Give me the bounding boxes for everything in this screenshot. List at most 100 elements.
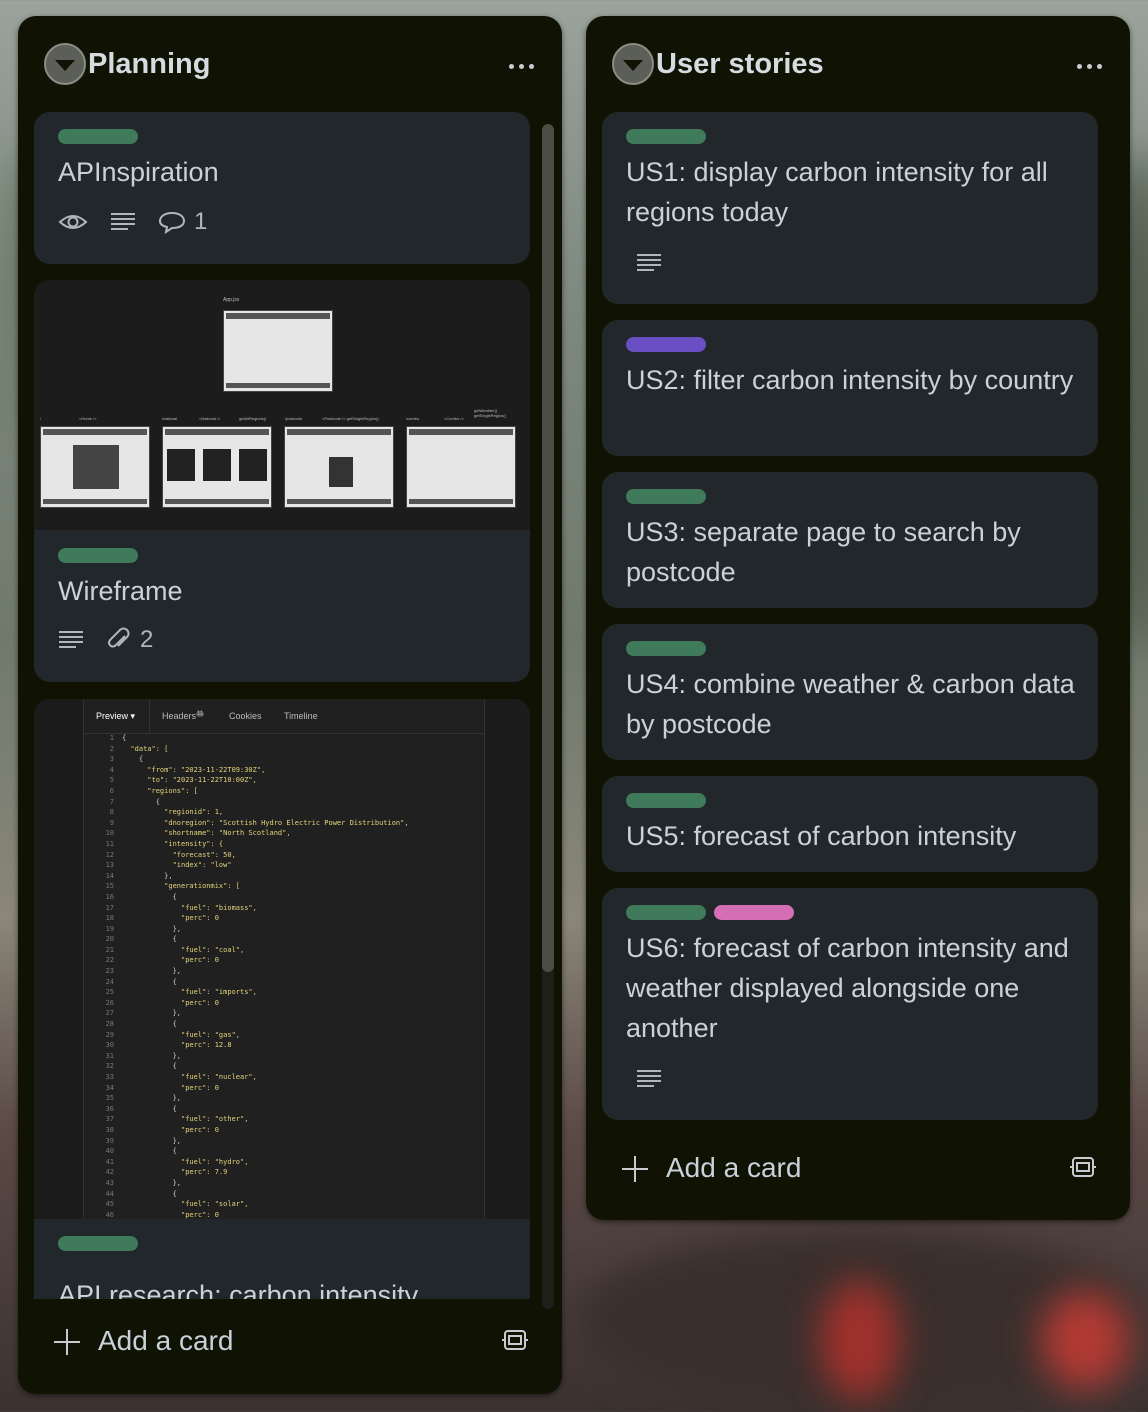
json-line: 10 "shortname": "North Scotland", xyxy=(105,829,291,838)
create-from-template-icon[interactable] xyxy=(502,1327,528,1358)
chevron-down-icon xyxy=(55,60,75,71)
card-us1[interactable]: US1: display carbon intensity for all re… xyxy=(602,112,1098,304)
card-badges: 2 xyxy=(58,626,153,654)
card-label[interactable] xyxy=(58,548,138,563)
card-label[interactable] xyxy=(626,641,706,656)
wire-caption: getAllRegions() xyxy=(239,416,267,421)
wire-caption: <Home /> xyxy=(79,416,97,421)
json-line: 46 "perc": 0 xyxy=(105,1210,219,1219)
eye-icon xyxy=(58,210,88,234)
card-title: Wireframe xyxy=(58,576,183,606)
json-line: 6 "regions": [ xyxy=(109,786,198,795)
wire-screen-national xyxy=(162,426,272,508)
wire-caption: / xyxy=(40,416,42,421)
json-line: 33 "fuel": "nuclear", xyxy=(105,1073,257,1081)
card-api-research[interactable]: Preview ▾ Headers11 Cookies Timeline 1{ 2… xyxy=(34,699,530,1299)
card-cover-image: Preview ▾ Headers11 Cookies Timeline 1{ 2… xyxy=(34,699,530,1219)
json-line: 9 "dnoregion": "Scottish Hydro Electric … xyxy=(109,818,409,827)
list-title[interactable]: Planning xyxy=(88,48,210,81)
json-line: 42 "perc": 7.9 xyxy=(105,1168,228,1177)
wire-main-caption: App.jsx xyxy=(223,297,240,303)
description-icon xyxy=(58,629,84,651)
card-us2[interactable]: US2: filter carbon intensity by country xyxy=(602,320,1098,456)
wire-caption: /national xyxy=(162,416,178,421)
list-title[interactable]: User stories xyxy=(656,48,824,81)
card-label[interactable] xyxy=(626,489,706,504)
attachment-count: 2 xyxy=(140,626,154,653)
card-us5[interactable]: US5: forecast of carbon intensity xyxy=(602,776,1098,872)
card-label[interactable] xyxy=(58,129,138,144)
json-line: 35 }, xyxy=(105,1094,182,1103)
tab-timeline: Timeline xyxy=(284,711,318,721)
wire-caption: <National /> xyxy=(199,416,221,421)
json-line: 2 "data": [ xyxy=(109,744,169,753)
card-apinspiration[interactable]: APInspiration 1 xyxy=(34,112,530,264)
json-line: 1{ xyxy=(109,734,127,742)
wire-screen-combo xyxy=(406,426,516,508)
description-icon xyxy=(110,211,136,233)
card-title: API research: carbon intensity xyxy=(58,1280,419,1299)
comment-icon xyxy=(158,211,186,234)
attachment-badge: 2 xyxy=(106,626,153,654)
collapse-list-button[interactable] xyxy=(612,43,654,85)
json-preview: Preview ▾ Headers11 Cookies Timeline 1{ 2… xyxy=(83,699,485,1219)
list-menu-button[interactable] xyxy=(1077,64,1102,69)
scrollbar-thumb[interactable] xyxy=(542,124,554,972)
json-line: 38 "perc": 0 xyxy=(105,1125,219,1134)
card-wireframe[interactable]: App.jsx / <Home /> /national <National /… xyxy=(34,280,530,682)
json-line: 44 { xyxy=(105,1189,177,1198)
wire-caption: /postcode xyxy=(285,416,303,421)
add-card-button[interactable]: Add a card xyxy=(586,1136,1130,1210)
chevron-down-icon xyxy=(623,60,643,71)
card-label[interactable] xyxy=(714,905,794,920)
card-title: US1: display carbon intensity for all re… xyxy=(626,157,1048,227)
card-label[interactable] xyxy=(626,129,706,144)
tab-preview: Preview ▾ xyxy=(96,711,136,721)
card-label[interactable] xyxy=(626,793,706,808)
wire-main-screen xyxy=(223,310,333,392)
list-menu-button[interactable] xyxy=(509,64,534,69)
json-line: 8 "regionid": 1, xyxy=(109,808,224,817)
card-us6[interactable]: US6: forecast of carbon intensity and we… xyxy=(602,888,1098,1120)
comment-badge: 1 xyxy=(158,208,207,236)
paperclip-icon xyxy=(107,627,130,648)
json-line: 18 "perc": 0 xyxy=(105,914,219,923)
card-us4[interactable]: US4: combine weather & carbon data by po… xyxy=(602,624,1098,760)
json-line: 45 "fuel": "solar", xyxy=(105,1200,249,1209)
plus-icon xyxy=(54,1329,80,1355)
description-icon xyxy=(636,252,662,274)
tab-cookies: Cookies xyxy=(229,711,262,721)
json-code: 1{2 "data": [3 {4 "from": "2023-11-22T09… xyxy=(84,733,484,1219)
card-title: US4: combine weather & carbon data by po… xyxy=(626,669,1075,739)
headers-count: 11 xyxy=(196,711,205,717)
card-badges: 1 xyxy=(58,208,207,236)
create-from-template-icon[interactable] xyxy=(1070,1154,1096,1185)
json-line: 20 { xyxy=(105,935,177,944)
json-line: 11 "intensity": { xyxy=(105,839,224,848)
json-line: 43 }, xyxy=(105,1178,182,1187)
card-label[interactable] xyxy=(626,337,706,352)
json-line: 24 { xyxy=(105,977,177,986)
json-line: 5 "to": "2023-11-22T10:00Z", xyxy=(109,776,257,785)
card-us3[interactable]: US3: separate page to search by postcode xyxy=(602,472,1098,608)
list-user-stories: User stories US1: display carbon intensi… xyxy=(586,16,1130,1220)
collapse-list-button[interactable] xyxy=(44,43,86,85)
json-line: 27 }, xyxy=(105,1009,182,1018)
json-line: 7 { xyxy=(109,797,160,806)
add-card-button[interactable]: Add a card xyxy=(18,1309,562,1383)
wire-caption: getWeather() getSingleRegion() xyxy=(474,408,507,418)
card-badges xyxy=(636,1068,662,1090)
wire-caption: <Combo /> xyxy=(444,416,464,421)
plus-icon xyxy=(622,1156,648,1182)
wire-screen-postcode xyxy=(284,426,394,508)
card-label[interactable] xyxy=(58,1236,138,1251)
json-line: 30 "perc": 12.8 xyxy=(105,1041,232,1050)
json-line: 17 "fuel": "biomass", xyxy=(105,903,257,912)
tab-headers: Headers11 xyxy=(162,711,205,721)
wire-caption: <Postcode /> getSingleRegion() xyxy=(322,416,379,421)
list-scrollbar[interactable] xyxy=(542,124,554,1309)
card-label[interactable] xyxy=(626,905,706,920)
list-header: Planning xyxy=(18,16,562,112)
json-line: 26 "perc": 0 xyxy=(105,998,219,1007)
json-tabs: Preview ▾ Headers11 Cookies Timeline xyxy=(84,699,484,734)
